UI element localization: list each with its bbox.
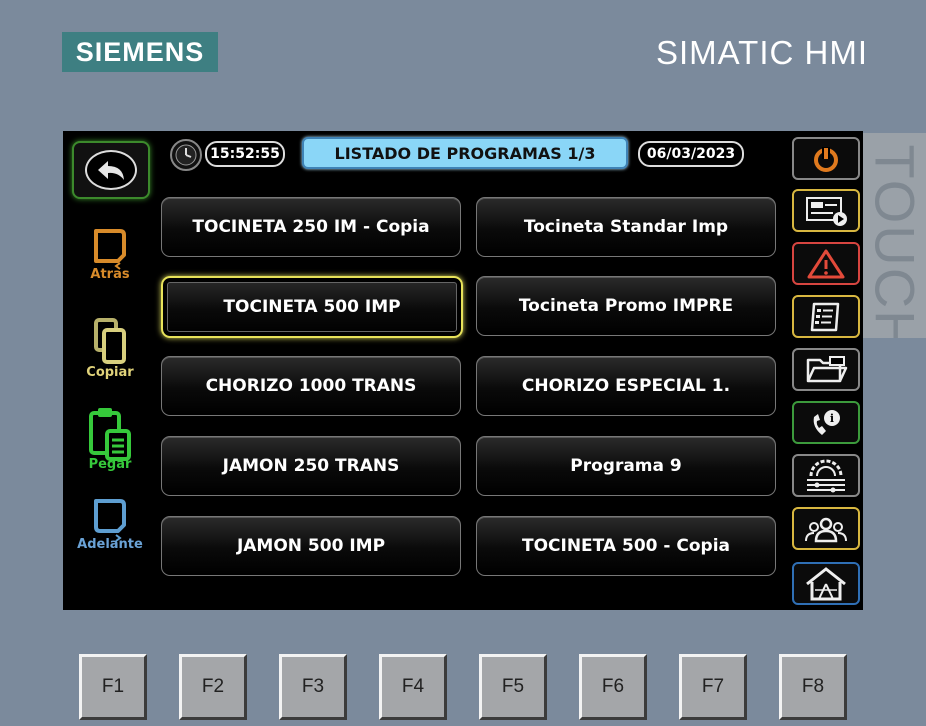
program-button-8[interactable]: Programa 9 bbox=[476, 436, 776, 496]
warning-icon bbox=[807, 249, 845, 278]
time-display: 15:52:55 bbox=[205, 141, 285, 167]
program-button-9[interactable]: JAMON 500 IMP bbox=[161, 516, 461, 576]
clock-icon bbox=[170, 139, 202, 171]
power-icon bbox=[814, 146, 838, 172]
program-button-5[interactable]: CHORIZO 1000 TRANS bbox=[161, 356, 461, 416]
f7-key[interactable]: F7 bbox=[679, 654, 747, 720]
atras-button[interactable]: Atras bbox=[73, 227, 147, 282]
folder-icon bbox=[806, 355, 848, 382]
copiar-label: Copiar bbox=[86, 365, 134, 380]
f8-key[interactable]: F8 bbox=[779, 654, 847, 720]
svg-text:i: i bbox=[830, 412, 834, 425]
product-name: SIMATIC HMI bbox=[655, 34, 868, 71]
paste-icon bbox=[89, 408, 131, 461]
folder-button[interactable] bbox=[792, 348, 860, 391]
power-button[interactable] bbox=[792, 137, 860, 180]
pegar-button[interactable]: Pegar bbox=[73, 405, 147, 472]
program-button-2[interactable]: Tocineta Standar Imp bbox=[476, 197, 776, 257]
phone-info-icon: i bbox=[813, 409, 840, 435]
users-icon bbox=[805, 517, 847, 542]
program-button-10[interactable]: TOCINETA 500 - Copia bbox=[476, 516, 776, 576]
page-title: LISTADO DE PROGRAMAS 1/3 bbox=[302, 137, 628, 169]
hmi-screen: 15:52:55 LISTADO DE PROGRAMAS 1/3 06/03/… bbox=[63, 131, 863, 610]
adelante-label: Adelante bbox=[77, 537, 143, 552]
copy-icon bbox=[94, 318, 126, 364]
users-button[interactable] bbox=[792, 507, 860, 550]
settings-icon bbox=[807, 459, 845, 492]
f3-key[interactable]: F3 bbox=[279, 654, 347, 720]
atras-label: Atras bbox=[90, 267, 130, 282]
siemens-logo: SIEMENS bbox=[62, 32, 218, 72]
program-button-4[interactable]: Tocineta Promo IMPRE bbox=[476, 276, 776, 336]
settings-button[interactable] bbox=[792, 454, 860, 497]
program-button-1[interactable]: TOCINETA 250 IM - Copia bbox=[161, 197, 461, 257]
date-display: 06/03/2023 bbox=[638, 141, 744, 167]
program-button-3-selected[interactable]: TOCINETA 500 IMP bbox=[161, 276, 463, 338]
back-button[interactable] bbox=[72, 141, 150, 199]
f1-key[interactable]: F1 bbox=[79, 654, 147, 720]
screen-video-button[interactable] bbox=[792, 189, 860, 232]
phone-info-button[interactable]: i bbox=[792, 401, 860, 444]
recipe-list-icon bbox=[810, 302, 840, 331]
program-button-7[interactable]: JAMON 250 TRANS bbox=[161, 436, 461, 496]
alarm-button[interactable] bbox=[792, 242, 860, 285]
touch-label: TOUCH bbox=[862, 133, 926, 338]
copiar-button[interactable]: Copiar bbox=[73, 317, 147, 380]
recipe-list-button[interactable] bbox=[792, 295, 860, 338]
f2-key[interactable]: F2 bbox=[179, 654, 247, 720]
f6-key[interactable]: F6 bbox=[579, 654, 647, 720]
adelante-button[interactable]: Adelante bbox=[73, 497, 147, 552]
home-icon bbox=[806, 566, 846, 600]
screen-video-icon bbox=[806, 196, 847, 226]
back-arrow-icon bbox=[85, 150, 137, 190]
pegar-label: Pegar bbox=[88, 457, 132, 472]
home-button[interactable] bbox=[792, 562, 860, 605]
f4-key[interactable]: F4 bbox=[379, 654, 447, 720]
f5-key[interactable]: F5 bbox=[479, 654, 547, 720]
program-button-6[interactable]: CHORIZO ESPECIAL 1. bbox=[476, 356, 776, 416]
